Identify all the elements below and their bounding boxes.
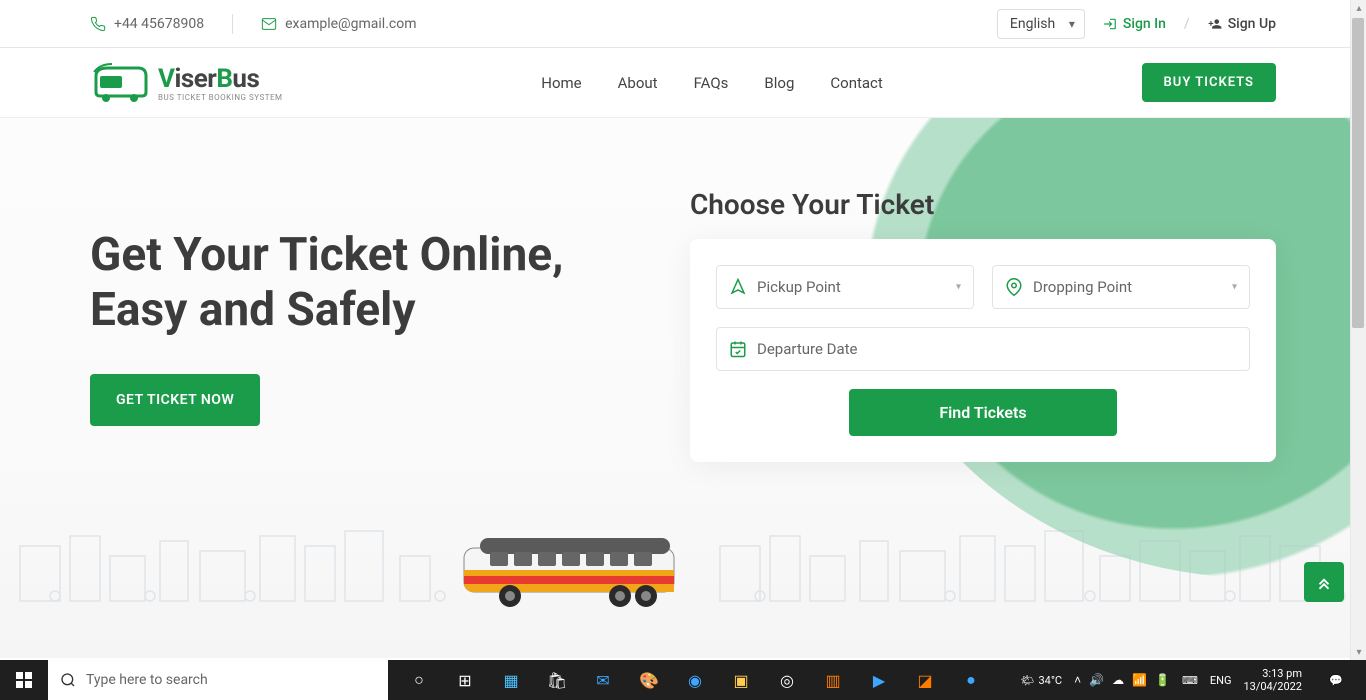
tray-battery-icon[interactable]: 🔋 [1155,673,1170,687]
pickup-select[interactable]: Pickup Point [716,265,974,309]
calendar-icon [729,340,747,358]
nav-blog[interactable]: Blog [764,74,794,92]
nav-links: Home About FAQs Blog Contact [541,74,883,92]
buy-tickets-button[interactable]: BUY TICKETS [1142,63,1276,102]
nav-contact[interactable]: Contact [830,74,882,92]
app-icon-2[interactable]: 🛍 [534,660,580,700]
find-tickets-button[interactable]: Find Tickets [849,389,1116,436]
sign-in-icon [1103,17,1117,31]
phone-contact[interactable]: +44 45678908 [90,16,204,32]
auth-separator: / [1184,16,1190,32]
keyboard-indicator[interactable]: ⌨ [1182,674,1198,687]
app-icon-3[interactable]: 🎨 [626,660,672,700]
main-navbar: ViserBus BUS TICKET BOOKING SYSTEM Home … [0,48,1366,118]
scroll-to-top-button[interactable] [1304,562,1344,602]
ticket-form-card: Pickup Point Dropping Point Departure Da… [690,239,1276,462]
sign-in-link[interactable]: Sign In [1103,16,1166,32]
vertical-separator [232,14,233,34]
scrollbar-thumb[interactable] [1352,18,1364,328]
clock[interactable]: 3:13 pm 13/04/2022 [1243,667,1302,693]
time: 3:13 pm [1243,667,1302,680]
hero-text: Get Your Ticket Online, Easy and Safely … [90,188,650,462]
app-icon-5[interactable]: ▶ [856,660,902,700]
brand-name: ViserBus [158,64,283,94]
hero-section: Get Your Ticket Online, Easy and Safely … [0,118,1366,658]
nav-about[interactable]: About [618,74,658,92]
phone-icon [90,16,106,32]
temperature: 34°C [1038,674,1062,687]
email-address: example@gmail.com [285,16,416,32]
tray-volume-icon[interactable]: 🔊 [1089,673,1104,687]
sign-in-label: Sign In [1123,16,1166,32]
tray-wifi-icon[interactable]: 📶 [1132,673,1147,687]
brand-tagline: BUS TICKET BOOKING SYSTEM [158,94,283,102]
language-select[interactable]: English [997,9,1085,39]
top-contact-bar: +44 45678908 example@gmail.com English S… [0,0,1366,48]
dropping-icon [1005,278,1023,296]
tray-cloud-icon[interactable]: ☁ [1112,673,1124,687]
scrollbar-up-arrow[interactable]: ▴ [1351,0,1366,16]
form-title: Choose Your Ticket [690,188,1276,221]
pickup-placeholder: Pickup Point [757,278,841,296]
bus-logo-icon [90,62,150,104]
windows-icon [16,672,32,688]
hero-headline: Get Your Ticket Online, Easy and Safely [90,228,650,338]
taskbar-apps: ○ ⊞ ▦ 🛍 ✉ 🎨 ◉ ▣ ◎ ▥ ▶ ◪ ● [396,660,994,700]
app-icon-6[interactable]: ◪ [902,660,948,700]
search-placeholder: Type here to search [86,672,208,688]
notifications-icon[interactable]: 💬 [1314,660,1358,700]
departure-date-input[interactable]: Departure Date [716,327,1250,371]
nav-home[interactable]: Home [541,74,581,92]
date-placeholder: Departure Date [757,340,858,358]
file-explorer-icon[interactable]: ▣ [718,660,764,700]
sign-up-link[interactable]: Sign Up [1208,16,1276,32]
dropping-select[interactable]: Dropping Point [992,265,1250,309]
search-icon [60,672,76,688]
app-icon-7[interactable]: ● [948,660,994,700]
edge-icon[interactable]: ◉ [672,660,718,700]
chrome-icon[interactable]: ◎ [764,660,810,700]
system-tray: 🌤 34°C ˄ 🔊 ☁ 📶 🔋 ⌨ ENG 3:13 pm 13/04/202… [1012,660,1366,700]
weather-widget[interactable]: 🌤 34°C [1020,674,1062,687]
email-contact[interactable]: example@gmail.com [261,16,416,32]
chevron-up-icon [1315,573,1333,591]
ticket-form-area: Choose Your Ticket Pickup Point Dropping… [690,188,1276,462]
app-icon-1[interactable]: ▦ [488,660,534,700]
language-select-wrap: English [997,9,1085,39]
browser-scrollbar[interactable]: ▴ ▾ [1350,0,1366,660]
tray-chevron-icon[interactable]: ˄ [1074,673,1081,687]
language-indicator[interactable]: ENG [1210,674,1232,687]
nav-faqs[interactable]: FAQs [694,74,729,92]
scrollbar-down-arrow[interactable]: ▾ [1351,644,1366,660]
phone-number: +44 45678908 [114,16,204,32]
pickup-icon [729,278,747,296]
brand-logo[interactable]: ViserBus BUS TICKET BOOKING SYSTEM [90,62,283,104]
sign-up-icon [1208,17,1222,31]
taskbar-search[interactable]: Type here to search [48,660,388,700]
dropping-placeholder: Dropping Point [1033,278,1132,296]
app-icon-4[interactable]: ▥ [810,660,856,700]
bus-illustration [460,530,690,610]
mail-icon [261,16,277,32]
sign-up-label: Sign Up [1228,16,1276,32]
mail-app-icon[interactable]: ✉ [580,660,626,700]
task-view-icon[interactable]: ⊞ [442,660,488,700]
weather-icon: 🌤 [1020,674,1034,687]
get-ticket-button[interactable]: GET TICKET NOW [90,374,260,426]
windows-taskbar: Type here to search ○ ⊞ ▦ 🛍 ✉ 🎨 ◉ ▣ ◎ ▥ … [0,660,1366,700]
start-button[interactable] [0,660,48,700]
date: 13/04/2022 [1243,680,1302,693]
cortana-icon[interactable]: ○ [396,660,442,700]
